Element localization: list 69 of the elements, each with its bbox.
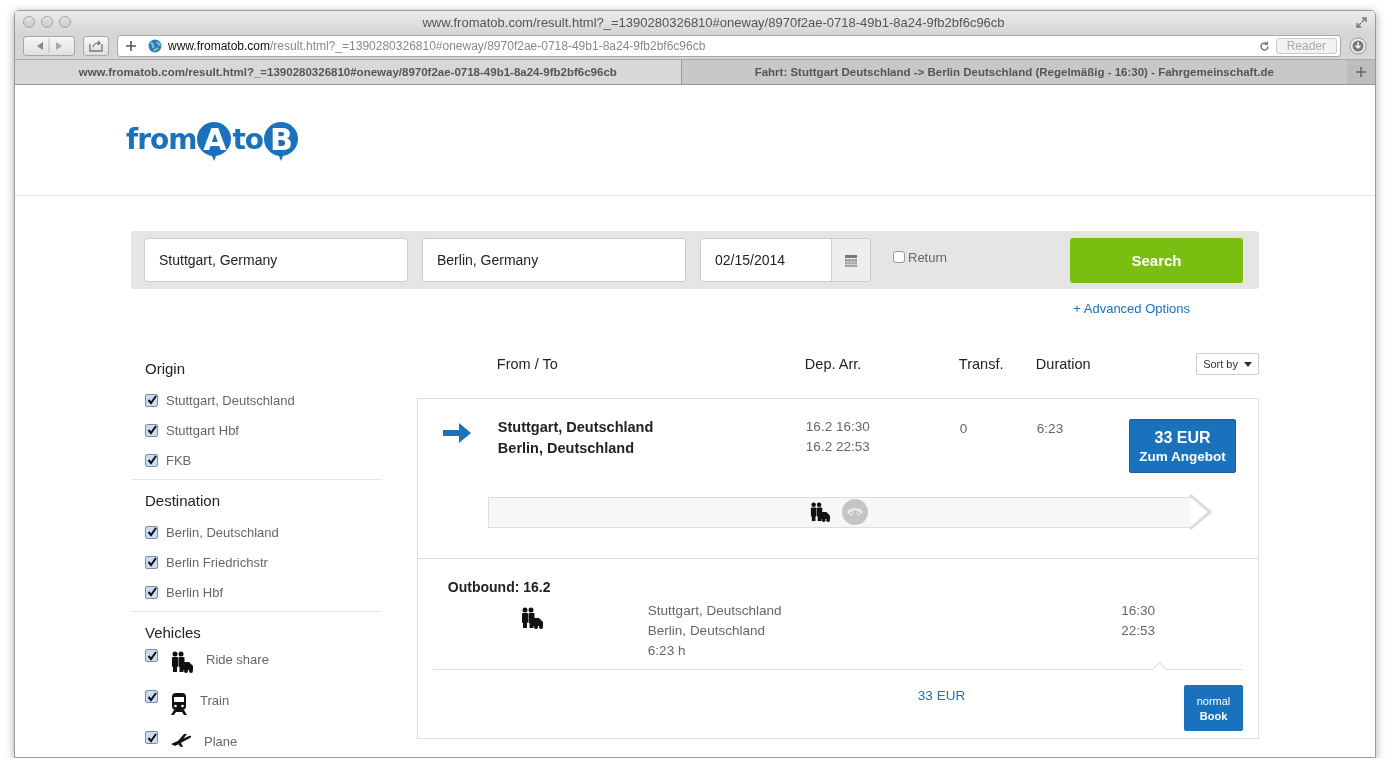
- destination-name: Berlin, Deutschland: [497, 440, 636, 456]
- people-car-icon: [519, 607, 544, 629]
- transfers-count: 0: [959, 421, 968, 436]
- date-field[interactable]: 02/15/2014: [700, 238, 832, 282]
- book-button[interactable]: normal Book: [1184, 685, 1243, 731]
- train-icon: [170, 692, 188, 716]
- people-car-icon: [808, 502, 831, 522]
- price-link[interactable]: 33 EUR: [917, 688, 966, 703]
- duration: 6:23: [1036, 421, 1064, 436]
- filter-heading: Destination: [145, 492, 222, 509]
- filter-label: Train: [200, 693, 230, 708]
- filter-label: FKB: [166, 452, 192, 468]
- arrow-right-icon: [442, 423, 471, 443]
- people-car-icon: [170, 651, 194, 673]
- share-icon: [89, 40, 103, 52]
- window-title: www.fromatob.com/result.html?_=1390280326810#oneway/8970f2ae-0718-49b1-8a24-9fb2bf6c96cb: [421, 14, 1006, 30]
- filter-checkbox[interactable]: [145, 393, 158, 407]
- plane-icon: [170, 733, 192, 747]
- arrival-time: 22:53: [1121, 623, 1155, 638]
- share-button[interactable]: [83, 36, 109, 56]
- trip-duration: 6:23 h: [647, 643, 687, 658]
- browser-tab[interactable]: Fahrt: Stuttgart Deutschland -> Berlin Deutschland (Regelmäßig - 16:30) - Fahrgemeinschaft.de: [680, 60, 1347, 84]
- filter-label: Berlin Hbf: [166, 584, 224, 600]
- filter-checkbox[interactable]: [145, 555, 158, 569]
- departure-station: Stuttgart, Deutschland: [647, 603, 782, 618]
- column-header: Dep. Arr.: [804, 356, 862, 372]
- filter-label: Ride share: [206, 652, 269, 667]
- filter-checkbox[interactable]: [145, 423, 158, 437]
- departure-time: 16.2 16:30: [805, 419, 870, 434]
- return-checkbox[interactable]: [893, 251, 905, 263]
- caret-icon: [1244, 361, 1252, 367]
- fullscreen-icon[interactable]: [1356, 16, 1367, 28]
- filter-label: Berlin Friedrichstr: [166, 554, 268, 570]
- reload-icon[interactable]: [1258, 40, 1270, 52]
- outbound-heading: Outbound: 16.2: [447, 579, 552, 595]
- address-field[interactable]: www.fromatob.com/result.html?_=1390280326810#oneway/8970f2ae-0718-49b1-8a24-9fb2bf6c96cb: [168, 39, 1253, 53]
- return-label: Return: [908, 249, 948, 265]
- filter-checkbox[interactable]: [145, 649, 158, 662]
- departure-time: 16:30: [1121, 603, 1155, 618]
- sort-dropdown[interactable]: Sort by: [1196, 353, 1259, 375]
- filter-label: Plane: [204, 734, 238, 749]
- globe-icon: [148, 39, 162, 53]
- calendar-icon: [845, 253, 857, 267]
- filter-checkbox[interactable]: [145, 453, 158, 467]
- filter-checkbox[interactable]: [145, 585, 158, 599]
- logo[interactable]: from A to B: [126, 122, 300, 168]
- new-tab-icon[interactable]: [1356, 67, 1366, 77]
- offer-button[interactable]: 33 EUR Zum Angebot: [1129, 419, 1236, 473]
- download-icon[interactable]: [1349, 37, 1367, 55]
- calendar-button[interactable]: [832, 238, 871, 282]
- arrival-station: Berlin, Deutschland: [647, 623, 766, 638]
- column-header: Duration: [1035, 356, 1091, 372]
- advanced-options-link[interactable]: + Advanced Options: [1073, 301, 1190, 316]
- filter-checkbox[interactable]: [145, 731, 158, 744]
- filter-checkbox[interactable]: [145, 525, 158, 539]
- destination-field[interactable]: Berlin, Germany: [422, 238, 686, 282]
- filter-label: Berlin, Deutschland: [166, 524, 279, 540]
- origin-field[interactable]: Stuttgart, Germany: [144, 238, 408, 282]
- column-header: Transf.: [958, 356, 1004, 372]
- filter-checkbox[interactable]: [145, 690, 158, 703]
- filter-label: Stuttgart, Deutschland: [166, 392, 295, 408]
- column-header: From / To: [496, 356, 558, 372]
- browser-tab[interactable]: www.fromatob.com/result.html?_=1390280326810#oneway/8970f2ae-0718-49b1-8a24-9fb2bf6c96cb: [15, 60, 681, 84]
- add-bookmark-icon[interactable]: [126, 41, 136, 51]
- filter-label: Stuttgart Hbf: [166, 422, 239, 438]
- arrival-time: 16.2 22:53: [805, 439, 870, 454]
- origin-name: Stuttgart, Deutschland: [497, 419, 654, 435]
- filter-heading: Vehicles: [145, 624, 202, 641]
- filter-heading: Origin: [145, 360, 186, 377]
